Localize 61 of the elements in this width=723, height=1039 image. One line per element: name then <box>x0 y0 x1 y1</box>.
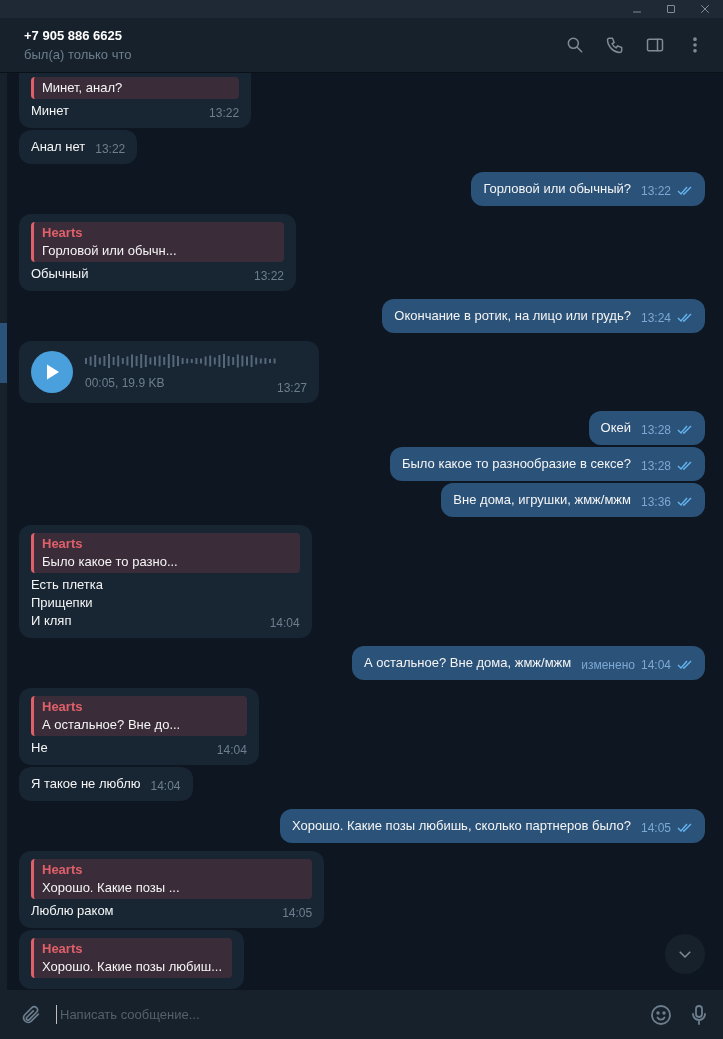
reply-author: Hearts <box>42 698 84 716</box>
chat-title: +7 905 886 6625 <box>24 28 123 43</box>
message-time: 14:04 <box>150 779 181 793</box>
message-time: 14:05 <box>640 821 671 835</box>
message-time: 14:05 <box>282 906 313 920</box>
message-time: 13:27 <box>277 381 308 395</box>
message-time: 13:22 <box>95 142 126 156</box>
last-seen-status: был(а) только что <box>24 47 133 62</box>
close-icon[interactable] <box>699 3 711 15</box>
reply-quote[interactable]: Hearts А остальное? Вне до... <box>31 696 247 736</box>
reply-text: Хорошо. Какие позы ... <box>42 879 181 897</box>
message-time: 13:36 <box>640 495 671 509</box>
attach-icon[interactable] <box>20 1003 42 1026</box>
message-time: 14:04 <box>216 743 247 757</box>
search-icon[interactable] <box>565 35 585 55</box>
reply-quote[interactable]: Минет, анал? <box>31 77 240 99</box>
reply-quote[interactable]: Hearts Было какое то разно... <box>31 533 300 573</box>
message-text: Окей <box>600 419 631 437</box>
message-time: 13:24 <box>640 311 671 325</box>
message-time: 13:22 <box>254 269 285 283</box>
edited-label: изменено <box>581 658 635 672</box>
play-button[interactable] <box>31 351 73 393</box>
message-text: Я такое не люблю <box>31 775 141 793</box>
reply-quote[interactable]: Hearts Хорошо. Какие позы любиш... <box>31 938 233 978</box>
message-time: 14:04 <box>640 658 671 672</box>
message-text: Люблю раком <box>31 902 114 920</box>
message-text: Окончание в ротик, на лицо или грудь? <box>394 307 631 325</box>
emoji-icon[interactable] <box>649 1002 673 1027</box>
message-time: 13:28 <box>640 459 671 473</box>
reply-text: Было какое то разно... <box>42 553 179 571</box>
message-text: Минет <box>31 102 70 120</box>
message-text: Анал нет <box>31 138 86 156</box>
message-text: Есть плетка Прищепки И кляп <box>31 576 103 630</box>
reply-author: Hearts <box>42 535 84 553</box>
message-input[interactable]: Написать сообщение... <box>56 1005 635 1024</box>
play-icon <box>44 363 60 381</box>
reply-quote[interactable]: Hearts Горловой или обычн... <box>31 222 285 262</box>
reply-text: Хорошо. Какие позы любиш... <box>42 958 223 976</box>
sidebar-icon[interactable] <box>645 35 665 55</box>
message-time: 14:04 <box>269 616 300 630</box>
message-text: Хорошо. Какие позы любишь, сколько партнеров было? <box>291 817 631 835</box>
message-text: Горловой или обычный? <box>483 180 631 198</box>
message-time: 13:28 <box>640 423 671 437</box>
reply-author: Hearts <box>42 940 84 958</box>
message-text: Было какое то разнообразие в сексе? <box>401 455 631 473</box>
reply-text: А остальное? Вне до... <box>42 716 182 734</box>
message-text: А остальное? Вне дома, жмж/мжм <box>363 654 572 672</box>
message-time: 13:22 <box>209 106 240 120</box>
reply-author: Hearts <box>42 224 84 242</box>
maximize-icon[interactable] <box>665 3 677 15</box>
voice-info: 00:05, 19.9 KB <box>85 375 166 392</box>
reply-author: Hearts <box>42 861 84 879</box>
message-time: 13:22 <box>640 184 671 198</box>
reply-text: Горловой или обычн... <box>42 242 178 260</box>
message-text: Вне дома, игрушки, жмж/мжм <box>453 491 631 509</box>
active-chat-marker <box>0 323 7 383</box>
message-text: Обычный <box>31 265 89 283</box>
reply-quote[interactable]: Hearts Хорошо. Какие позы ... <box>31 859 313 899</box>
phone-icon[interactable] <box>605 35 625 55</box>
reply-text: Минет, анал? <box>42 79 124 97</box>
message-text: Не <box>31 739 48 757</box>
